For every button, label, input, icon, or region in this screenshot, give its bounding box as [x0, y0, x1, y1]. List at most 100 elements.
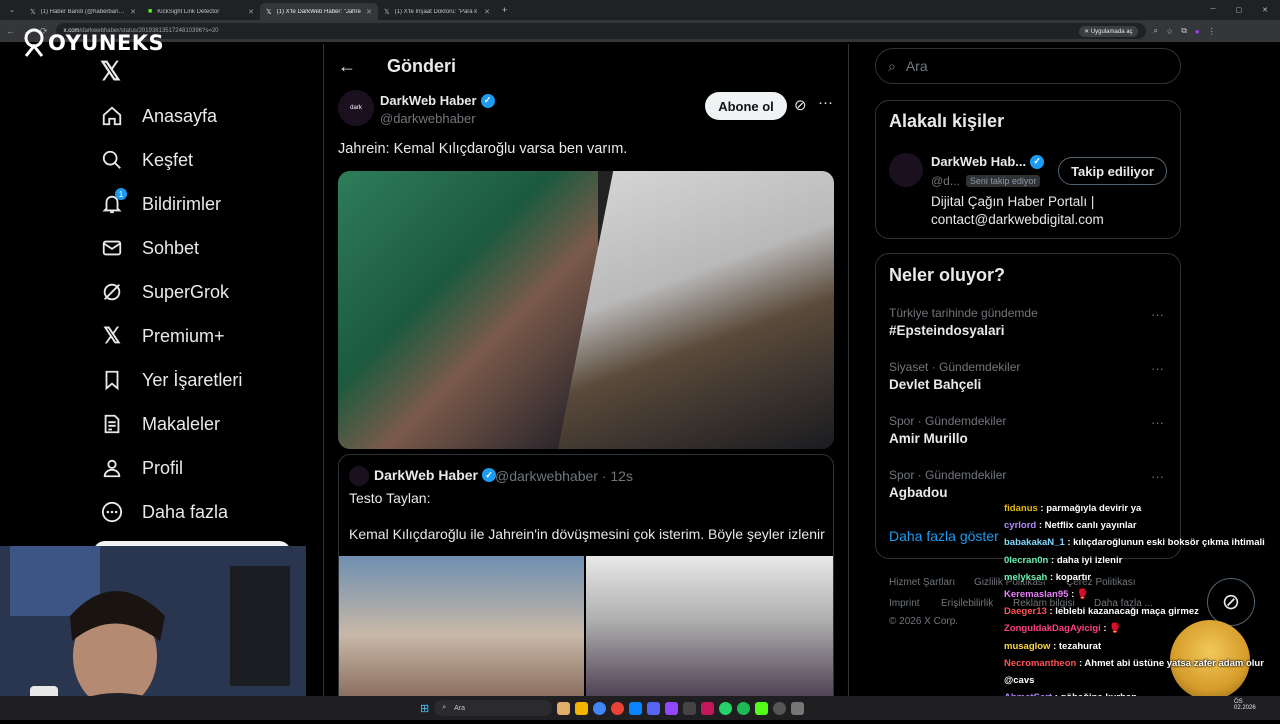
menu-icon[interactable]: ⋮: [1208, 27, 1216, 36]
back-nav-icon[interactable]: ←: [6, 26, 15, 36]
discord-icon[interactable]: [647, 701, 661, 715]
quoted-author-name: DarkWeb Haber ✓: [374, 467, 497, 483]
sidebar-item-label: Profil: [142, 457, 184, 478]
tab-kicksight[interactable]: ■ KickSight Link Detector ✕: [142, 3, 260, 20]
zoom-icon[interactable]: ⌕: [1154, 26, 1158, 36]
sidebar-item-home[interactable]: Anasayfa: [100, 102, 217, 130]
grok-icon: [100, 280, 124, 304]
search-placeholder: Ara: [905, 58, 928, 74]
author-name[interactable]: DarkWeb Haber ✓: [380, 93, 495, 108]
trend-more-icon[interactable]: ···: [1151, 469, 1164, 484]
related-name[interactable]: DarkWeb Hab... ✓: [931, 154, 1045, 169]
chrome-icon[interactable]: [593, 701, 607, 715]
chat-message: Necromantheon : Ahmet abi üstüne yatsa z…: [1004, 655, 1274, 672]
post-text: Jahrein: Kemal Kılıçdaroğlu varsa ben va…: [338, 141, 628, 157]
back-arrow-icon[interactable]: ←: [338, 56, 356, 77]
bell-icon: 1: [100, 188, 127, 216]
oyuneks-logo-text: OYUNEKS: [48, 31, 165, 55]
related-avatar[interactable]: [889, 153, 923, 187]
twitch-icon[interactable]: [665, 701, 679, 715]
footer-link[interactable]: Erişilebilirlik: [941, 598, 993, 609]
footer-link[interactable]: Hizmet Şartları: [889, 577, 955, 588]
sidebar-item-label: Makaleler: [142, 413, 221, 434]
oyuneks-logo: OYUNEKS: [22, 28, 164, 58]
minimize-icon[interactable]: ─: [1211, 6, 1216, 14]
show-more-link[interactable]: Daha fazla göster: [889, 528, 999, 544]
sidebar-item-explore[interactable]: Keşfet: [100, 146, 193, 174]
maximize-icon[interactable]: ▢: [1236, 6, 1243, 14]
trend-item[interactable]: Agbadou: [889, 485, 948, 500]
trend-more-icon[interactable]: ···: [1151, 415, 1164, 430]
steam-icon[interactable]: [683, 701, 697, 715]
webcam-overlay: [0, 546, 306, 720]
sidebar-item-bookmarks[interactable]: Yer İşaretleri: [100, 366, 242, 394]
chat-message: Daeger13 : leblebi kazanacağı maça girme…: [1004, 603, 1274, 620]
profile-icon[interactable]: ●: [1195, 27, 1200, 36]
footer-link[interactable]: Imprint: [889, 598, 920, 609]
sidebar-item-chat[interactable]: Sohbet: [100, 234, 199, 262]
grok-icon[interactable]: ⊘: [794, 96, 807, 114]
sidebar-item-label: Anasayfa: [142, 105, 218, 126]
taskbar-search-placeholder: Ara: [454, 704, 466, 712]
chat-message: 0lecran0n : daha iyi izlenir: [1004, 552, 1274, 569]
obs-icon[interactable]: [773, 701, 787, 715]
trend-more-icon[interactable]: ···: [1151, 361, 1164, 376]
tab-search-icon[interactable]: ⌄: [0, 6, 24, 14]
close-icon[interactable]: ✕: [248, 8, 254, 16]
quoted-image-right[interactable]: [586, 556, 833, 714]
open-in-app-button[interactable]: ✕ Uygulamada aç: [1079, 25, 1138, 37]
trend-item[interactable]: Devlet Bahçeli: [889, 377, 981, 392]
tab-haber-bandi[interactable]: 𝕏 (1) Haber Bandı (@haberbandi) / ✕: [24, 3, 142, 20]
app-icon-pink[interactable]: [701, 701, 715, 715]
bookmark-icon: [100, 368, 124, 392]
tab-insaat-doktoru[interactable]: 𝕏 (1) X'te İnşaat Doktoru: "Para k ✕: [378, 3, 496, 20]
sidebar-item-more[interactable]: Daha fazla: [100, 498, 228, 526]
sidebar-item-supergrok[interactable]: SuperGrok: [100, 278, 229, 306]
close-icon[interactable]: ✕: [366, 8, 372, 16]
sidebar-item-articles[interactable]: Makaleler: [100, 410, 220, 438]
author-avatar[interactable]: dark: [338, 90, 374, 126]
chat-username: Keremaslan95: [1004, 589, 1069, 601]
tab-darkweb-haber[interactable]: 𝕏 (1) X'te DarkWeb Haber: "Jahre ✕: [260, 3, 378, 20]
sidebar-item-premium[interactable]: 𝕏 Premium+: [100, 322, 224, 350]
trend-more-icon[interactable]: ···: [1151, 307, 1164, 322]
close-icon[interactable]: ✕: [130, 8, 136, 16]
quoted-image-left[interactable]: [339, 556, 584, 714]
tab-title: (1) X'te DarkWeb Haber: "Jahre: [276, 8, 361, 15]
author-handle[interactable]: @darkwebhaber: [380, 111, 476, 126]
spotify-icon[interactable]: [737, 701, 751, 715]
column-divider: [848, 44, 849, 720]
windows-start-icon[interactable]: ⊞: [420, 702, 429, 715]
close-window-icon[interactable]: ✕: [1262, 6, 1268, 14]
sidebar-item-profile[interactable]: Profil: [100, 454, 183, 482]
trend-item[interactable]: #Epsteindosyalari: [889, 323, 1005, 338]
trend-item[interactable]: Amir Murillo: [889, 431, 968, 446]
taskbar-app-icon[interactable]: [557, 701, 571, 715]
x-logo-icon[interactable]: 𝕏: [100, 56, 121, 87]
sidebar-item-label: SuperGrok: [142, 281, 230, 302]
following-button[interactable]: Takip ediliyor: [1058, 157, 1167, 185]
bookmark-star-icon[interactable]: ☆: [1166, 27, 1173, 36]
article-icon: [100, 412, 124, 436]
more-options-icon[interactable]: ···: [818, 94, 833, 111]
whatsapp-icon[interactable]: [719, 701, 733, 715]
opera-icon[interactable]: [611, 701, 625, 715]
author-name-text: DarkWeb Haber: [380, 93, 477, 108]
sidebar-item-notifications[interactable]: 1 Bildirimler: [100, 188, 221, 218]
extensions-icon[interactable]: ⧉: [1181, 26, 1187, 36]
file-explorer-icon[interactable]: [575, 701, 589, 715]
sidebar-item-label: Sohbet: [142, 237, 200, 258]
post-image[interactable]: [338, 171, 834, 449]
edge-icon[interactable]: [629, 701, 643, 715]
new-tab-button[interactable]: +: [496, 5, 507, 15]
app-icon-grey[interactable]: [791, 701, 805, 715]
person-icon: [100, 456, 124, 480]
subscribe-button[interactable]: Abone ol: [705, 92, 787, 120]
search-input[interactable]: ⌕ Ara: [875, 48, 1181, 84]
close-icon[interactable]: ✕: [484, 8, 490, 16]
taskbar-search[interactable]: ⌕ Ara: [434, 700, 553, 716]
related-handle-text: @d...: [931, 174, 960, 188]
address-bar[interactable]: x.com/darkwebhaber/status/20193813517248…: [55, 23, 1146, 39]
quoted-text-line: Kemal Kılıçdaroğlu ile Jahrein'in dövüşm…: [349, 526, 825, 542]
kick-icon[interactable]: [755, 701, 769, 715]
